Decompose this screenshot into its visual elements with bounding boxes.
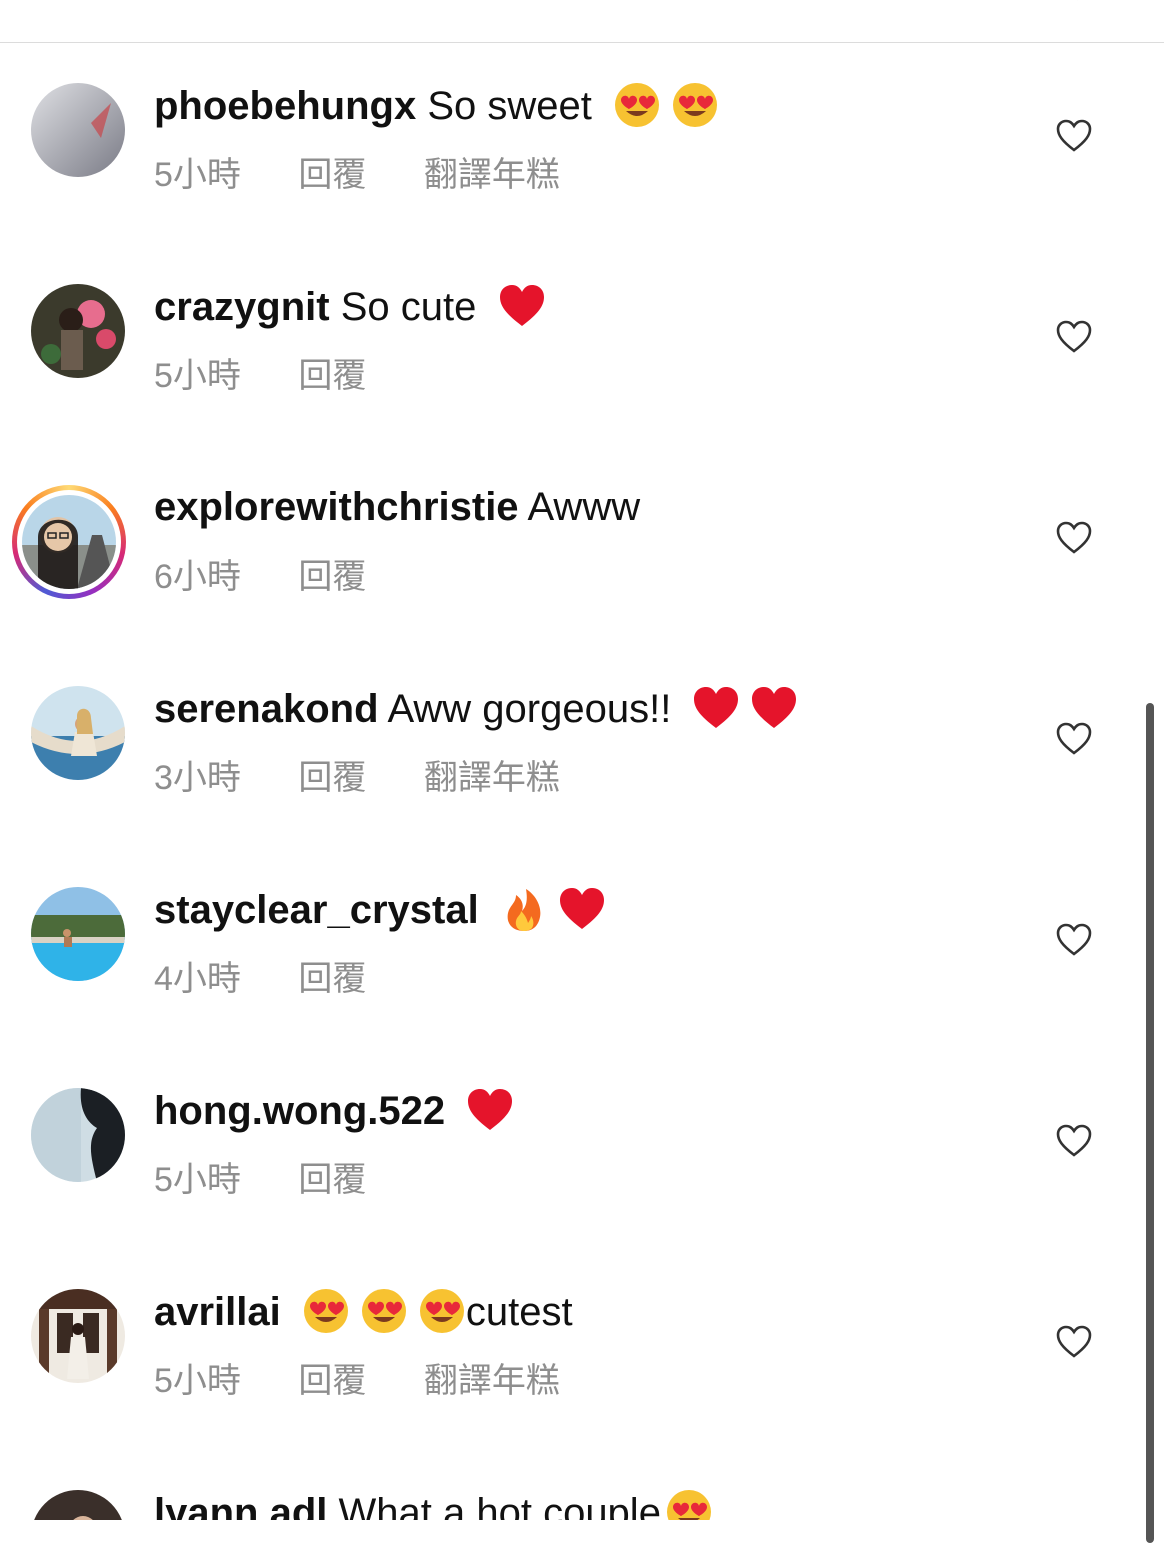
- red-heart-emoji: [750, 684, 798, 732]
- chevron-down-icon[interactable]: [1068, 0, 1088, 6]
- avatar[interactable]: [31, 284, 125, 378]
- red-heart-emoji: [692, 684, 740, 732]
- comment-item: lyann.adl What a hot couple: [0, 1449, 1164, 1520]
- reply-button[interactable]: 回覆: [298, 357, 366, 395]
- comment-meta: 5小時 回覆: [154, 356, 414, 396]
- fire-emoji: [500, 885, 548, 933]
- reply-button[interactable]: 回覆: [298, 759, 366, 797]
- comment-item: crazygnit So cute 5小時 回覆: [0, 243, 1164, 444]
- translate-button[interactable]: 翻譯年糕: [424, 759, 560, 797]
- heart-eyes-emoji: [665, 1488, 713, 1520]
- red-heart-emoji: [558, 885, 606, 933]
- comment-time: 5小時: [154, 1362, 241, 1400]
- comment-item: explorewithchristie Awww 6小時 回覆: [0, 444, 1164, 645]
- comment-username[interactable]: avrillai: [154, 1290, 281, 1334]
- reply-button[interactable]: 回覆: [298, 156, 366, 194]
- translate-button[interactable]: 翻譯年糕: [424, 1362, 560, 1400]
- comment-item: avrillai cutest 5小時 回覆 翻譯年糕: [0, 1248, 1164, 1449]
- heart-eyes-emoji: [418, 1287, 466, 1335]
- translate-button[interactable]: 翻譯年糕: [424, 156, 560, 194]
- comment-text-line: avrillai cutest: [154, 1287, 573, 1336]
- like-heart-icon[interactable]: [1056, 722, 1092, 756]
- reply-button[interactable]: 回覆: [298, 558, 366, 596]
- comment-username[interactable]: phoebehungx: [154, 84, 416, 128]
- comment-text-line: hong.wong.522: [154, 1086, 514, 1135]
- reply-button[interactable]: 回覆: [298, 1362, 366, 1400]
- comment-username[interactable]: crazygnit: [154, 285, 330, 329]
- comment-text: Awww: [527, 485, 641, 529]
- like-heart-icon[interactable]: [1056, 923, 1092, 957]
- comment-username[interactable]: lyann.adl: [154, 1491, 327, 1520]
- comment-meta: 5小時 回覆 翻譯年糕: [154, 1361, 608, 1401]
- avatar[interactable]: [31, 83, 125, 177]
- comment-time: 5小時: [154, 156, 241, 194]
- heart-eyes-emoji: [302, 1287, 350, 1335]
- comment-text-line: phoebehungx So sweet: [154, 81, 719, 130]
- top-bar: [0, 0, 1164, 43]
- heart-eyes-emoji: [671, 81, 719, 129]
- comment-meta: 5小時 回覆 翻譯年糕: [154, 155, 608, 195]
- comment-time: 5小時: [154, 1161, 241, 1199]
- comment-username[interactable]: serenakond: [154, 687, 379, 731]
- comment-meta: 6小時 回覆: [154, 557, 414, 597]
- comment-text: What a hot couple: [338, 1491, 661, 1520]
- comment-text-line: explorewithchristie Awww: [154, 483, 640, 531]
- comment-text-line: stayclear_crystal: [154, 885, 606, 934]
- comment-item: stayclear_crystal 4小時 回覆: [0, 846, 1164, 1047]
- comment-text-line: lyann.adl What a hot couple: [154, 1488, 713, 1520]
- comment-meta: 5小時 回覆: [154, 1160, 414, 1200]
- like-heart-icon[interactable]: [1056, 1325, 1092, 1359]
- comment-meta: 4小時 回覆: [154, 959, 414, 999]
- comment-time: 3小時: [154, 759, 241, 797]
- comment-time: 5小時: [154, 357, 241, 395]
- comment-text-line: serenakond Aww gorgeous!!: [154, 684, 798, 733]
- avatar[interactable]: [31, 1490, 125, 1520]
- red-heart-emoji: [498, 282, 546, 330]
- scrollbar[interactable]: [1146, 703, 1154, 1543]
- comment-username[interactable]: stayclear_crystal: [154, 888, 479, 932]
- red-heart-emoji: [466, 1086, 514, 1134]
- comment-text-line: crazygnit So cute: [154, 282, 546, 331]
- heart-eyes-emoji: [360, 1287, 408, 1335]
- like-heart-icon[interactable]: [1056, 119, 1092, 153]
- like-heart-icon[interactable]: [1056, 1124, 1092, 1158]
- comment-item: phoebehungx So sweet 5小時 回覆 翻譯年糕: [0, 42, 1164, 243]
- like-heart-icon[interactable]: [1056, 521, 1092, 555]
- avatar: [22, 495, 116, 589]
- comment-text: So sweet: [427, 84, 592, 128]
- comment-time: 6小時: [154, 558, 241, 596]
- comment-item: serenakond Aww gorgeous!! 3小時 回覆 翻譯年糕: [0, 645, 1164, 846]
- avatar[interactable]: [31, 1088, 125, 1182]
- comment-text: Aww gorgeous!!: [387, 687, 672, 731]
- avatar[interactable]: [31, 686, 125, 780]
- avatar-story-ring[interactable]: [12, 485, 126, 599]
- avatar[interactable]: [31, 1289, 125, 1383]
- comment-text: So cute: [340, 285, 477, 329]
- comment-username[interactable]: hong.wong.522: [154, 1089, 445, 1133]
- reply-button[interactable]: 回覆: [298, 1161, 366, 1199]
- comment-text: cutest: [465, 1290, 573, 1334]
- heart-eyes-emoji: [613, 81, 661, 129]
- comment-meta: 3小時 回覆 翻譯年糕: [154, 758, 608, 798]
- comment-time: 4小時: [154, 960, 241, 998]
- reply-button[interactable]: 回覆: [298, 960, 366, 998]
- like-heart-icon[interactable]: [1056, 320, 1092, 354]
- comment-username[interactable]: explorewithchristie: [154, 485, 519, 529]
- comment-item: hong.wong.522 5小時 回覆: [0, 1047, 1164, 1248]
- avatar[interactable]: [31, 887, 125, 981]
